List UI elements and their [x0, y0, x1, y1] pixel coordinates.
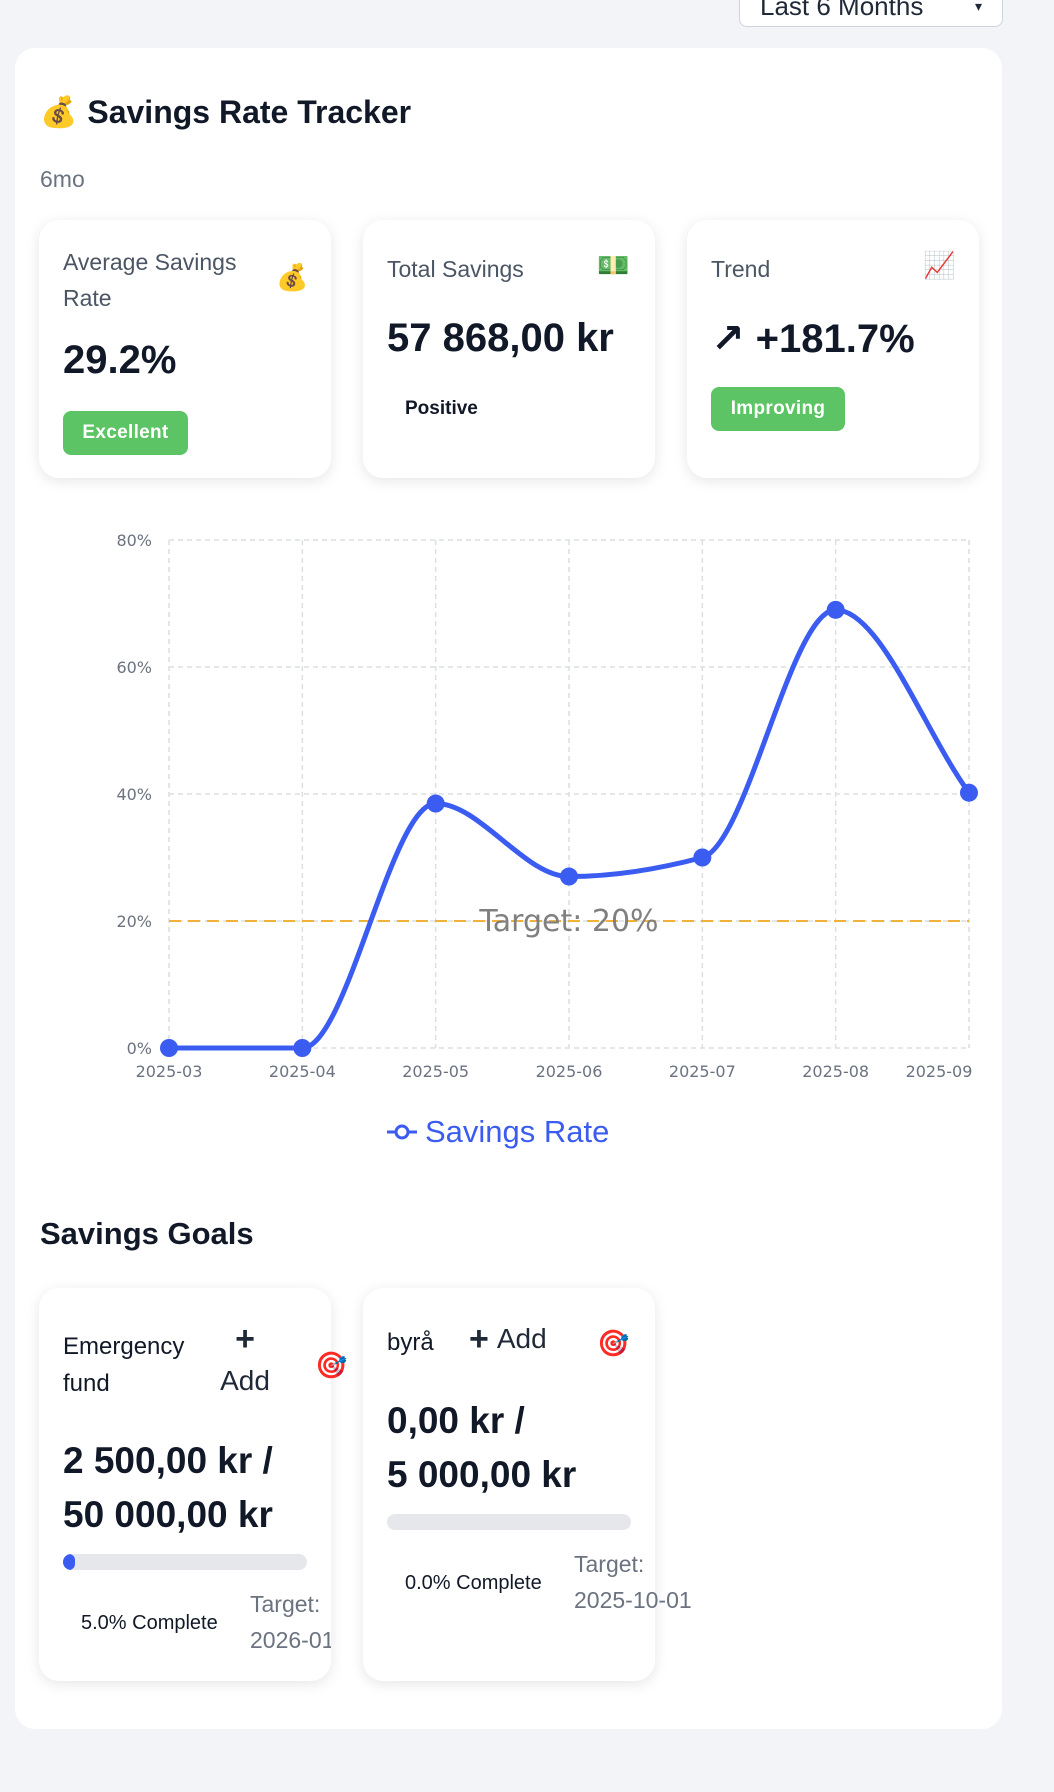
dollar-banknote-icon: 💵	[597, 250, 630, 280]
goal-card: Emergency fund + Add 🎯 2 500,00 kr / 50 …	[39, 1288, 347, 1681]
goal-amount-target: 50 000,00 kr	[63, 1494, 273, 1535]
stat-card-average-rate: Average Savings Rate 💰 29.2% Excellent	[39, 220, 331, 478]
money-bag-icon: 💰	[276, 262, 309, 292]
status-badge: Excellent	[63, 411, 188, 455]
add-label: Add	[220, 1365, 270, 1396]
goal-name: Emergency fund	[63, 1333, 185, 1397]
goal-progress-bar	[387, 1514, 631, 1530]
stat-label: Trend	[711, 256, 771, 282]
goal-card: byrå + Add 🎯 0,00 kr / 5 000,00 kr 0.0% …	[363, 1288, 692, 1681]
plus-icon: +	[469, 1320, 489, 1358]
goal-target-label: Target:	[250, 1591, 321, 1617]
add-label: Add	[496, 1323, 547, 1354]
chevron-down-icon: ▾	[974, 0, 982, 14]
chart-legend[interactable]: Savings Rate	[387, 1114, 609, 1150]
chart-increasing-icon: 📈	[923, 250, 956, 280]
goal-amount: 0,00 kr / 5 000,00 kr	[387, 1394, 576, 1502]
direct-hit-icon: 🎯	[315, 1350, 348, 1380]
direct-hit-icon: 🎯	[597, 1328, 630, 1358]
goal-target: Target: 2026-01-1	[250, 1586, 331, 1658]
period-select-value: Last 6 Months	[760, 0, 924, 21]
plus-icon: +	[235, 1320, 255, 1358]
money-bag-icon: 💰	[40, 96, 78, 129]
goal-target-date: 2025-10-01	[574, 1587, 692, 1613]
goal-target-label: Target:	[574, 1551, 645, 1577]
stat-label: Total Savings	[387, 256, 524, 282]
section-title: Savings Goals	[40, 1216, 254, 1251]
status-badge: Improving	[711, 387, 845, 431]
page-title: 💰 Savings Rate Tracker	[40, 94, 411, 131]
period-select[interactable]: Last 6 Months ▾	[739, 0, 1003, 27]
stat-value: ↗ +181.7%	[711, 317, 915, 361]
stat-card-trend: Trend 📈 ↗ +181.7% Improving	[687, 220, 979, 478]
goal-complete-label: 0.0% Complete	[405, 1572, 542, 1594]
stat-value: 29.2%	[63, 338, 177, 382]
legend-label: Savings Rate	[425, 1114, 610, 1149]
goal-progress-bar	[63, 1554, 307, 1570]
goal-target-date: 2026-01-1	[250, 1627, 331, 1653]
goal-name: byrå	[387, 1329, 434, 1356]
legend-line-marker-icon	[387, 1124, 417, 1140]
stat-value: 57 868,00 kr	[387, 316, 614, 360]
stat-label: Average Savings Rate	[63, 249, 237, 311]
add-contribution-button[interactable]: + Add	[215, 1318, 275, 1402]
goal-amount-saved: 0,00 kr /	[387, 1400, 525, 1441]
goal-progress-fill	[63, 1554, 76, 1570]
goal-complete-label: 5.0% Complete	[81, 1612, 218, 1634]
goal-amount: 2 500,00 kr / 50 000,00 kr	[63, 1434, 273, 1542]
period-subtitle: 6mo	[40, 166, 85, 192]
status-badge: Positive	[405, 398, 478, 419]
add-contribution-button[interactable]: + Add	[469, 1318, 547, 1360]
goal-amount-target: 5 000,00 kr	[387, 1454, 577, 1495]
stat-card-total-savings: Total Savings 💵 57 868,00 kr Positive	[363, 220, 655, 478]
title-text: Savings Rate Tracker	[87, 94, 412, 130]
page: Last 6 Months ▾ 💰 Savings Rate Tracker 6…	[0, 0, 1054, 1792]
goal-target: Target: 2025-10-01	[574, 1546, 692, 1618]
goal-amount-saved: 2 500,00 kr /	[63, 1440, 273, 1481]
